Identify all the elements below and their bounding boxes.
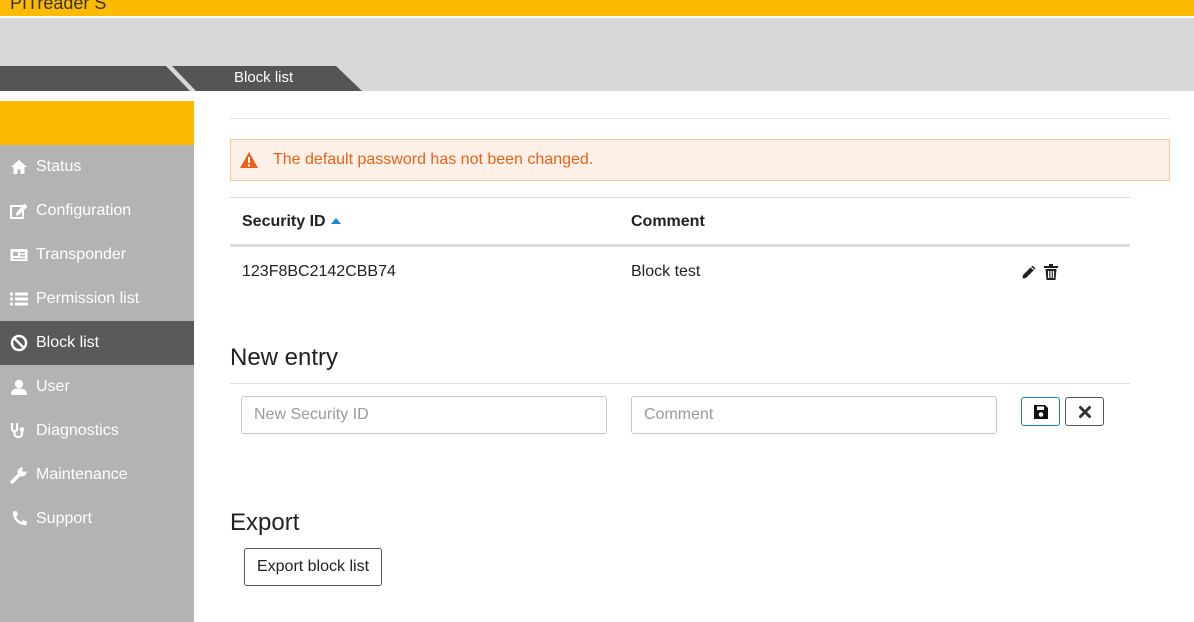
stethoscope-icon [10, 422, 30, 440]
sort-ascending-icon [330, 218, 341, 224]
sidebar-item-label: Permission list [36, 290, 140, 307]
block-list-table: Security ID Comment 123F8BC2142CBB74 Blo… [230, 197, 1130, 299]
sidebar-item-transponder[interactable]: Transponder [0, 233, 194, 277]
row-actions [1020, 263, 1060, 281]
list-icon [10, 290, 30, 308]
user-icon [10, 378, 30, 396]
sidebar-item-label: Transponder [36, 246, 127, 263]
column-header-security-id-label: Security ID [242, 213, 326, 230]
sidebar-item-permission-list[interactable]: Permission list [0, 277, 194, 321]
new-entry-heading: New entry [230, 344, 339, 371]
edit-icon [10, 202, 30, 220]
sidebar-brand-block [0, 101, 194, 145]
sidebar-top-gap [0, 91, 194, 101]
alert-text: The default password has not been change… [273, 151, 594, 168]
column-header-comment[interactable]: Comment [631, 213, 705, 231]
cancel-entry-button[interactable] [1065, 397, 1104, 426]
id-card-icon [10, 246, 30, 264]
new-comment-input[interactable] [631, 396, 997, 434]
delete-trash-icon[interactable] [1042, 263, 1060, 281]
default-password-alert: The default password has not been change… [230, 139, 1170, 181]
sidebar-item-label: Status [36, 158, 82, 175]
export-heading: Export [230, 509, 300, 536]
sidebar-item-configuration[interactable]: Configuration [0, 189, 194, 233]
sidebar-item-status[interactable]: Status [0, 145, 194, 189]
edit-pencil-icon[interactable] [1020, 263, 1038, 281]
app-title: PITreader S [10, 0, 107, 13]
sidebar-item-label: Configuration [36, 202, 132, 219]
cell-comment: Block test [631, 263, 701, 280]
breadcrumb-current[interactable]: Block list [234, 69, 293, 86]
sidebar-item-label: Block list [36, 334, 100, 351]
warning-icon [240, 152, 258, 168]
sidebar-item-user[interactable]: User [0, 365, 194, 409]
sidebar-nav: Status Configuration Transponder Permiss… [0, 145, 194, 541]
sidebar-item-label: User [36, 378, 70, 395]
column-header-security-id[interactable]: Security ID [242, 213, 341, 231]
new-security-id-input[interactable] [241, 396, 607, 434]
ban-icon [10, 334, 30, 352]
table-header: Security ID Comment [230, 197, 1130, 247]
save-icon [1033, 404, 1048, 419]
cell-security-id: 123F8BC2142CBB74 [242, 263, 396, 280]
sidebar-item-label: Diagnostics [36, 422, 119, 439]
sidebar: Status Configuration Transponder Permiss… [0, 91, 194, 622]
top-brand-bar: PITreader S [0, 0, 1194, 16]
close-icon [1078, 405, 1091, 418]
sidebar-item-diagnostics[interactable]: Diagnostics [0, 409, 194, 453]
save-entry-button[interactable] [1021, 397, 1060, 426]
sidebar-item-maintenance[interactable]: Maintenance [0, 453, 194, 497]
phone-icon [10, 510, 30, 528]
breadcrumb [0, 66, 362, 91]
sidebar-item-block-list[interactable]: Block list [0, 321, 194, 365]
wrench-icon [10, 466, 30, 484]
sidebar-item-label: Maintenance [36, 466, 128, 483]
sidebar-item-support[interactable]: Support [0, 497, 194, 541]
home-icon [10, 158, 30, 176]
new-entry-divider [230, 383, 1130, 384]
title-divider [230, 118, 1170, 119]
main-content: Block list The default password has not … [194, 0, 1194, 622]
table-row: 123F8BC2142CBB74 Block test [230, 247, 1130, 299]
sidebar-item-label: Support [36, 510, 93, 527]
export-block-list-button[interactable]: Export block list [244, 548, 382, 586]
